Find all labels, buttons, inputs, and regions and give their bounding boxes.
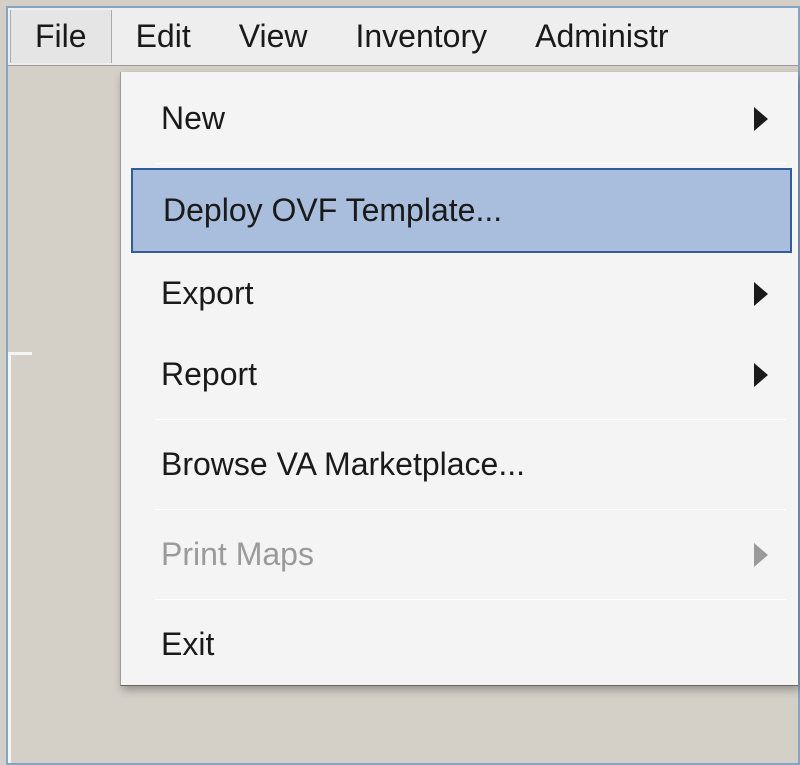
menu-report-label: Report [161,356,257,393]
menubar-view[interactable]: View [215,10,332,63]
menu-exit-label: Exit [161,626,214,663]
menu-deploy-ovf-label: Deploy OVF Template... [163,192,502,229]
menubar-inventory[interactable]: Inventory [331,10,511,63]
submenu-arrow-icon [754,543,768,567]
inner-panel-border [8,352,32,763]
menu-separator [155,419,786,420]
menubar-edit[interactable]: Edit [112,10,215,63]
menu-export-label: Export [161,275,253,312]
window-frame: File Edit View Inventory Administr New D… [6,6,800,765]
menu-deploy-ovf-template[interactable]: Deploy OVF Template... [131,168,792,253]
menu-separator [155,599,786,600]
menu-browse-va-label: Browse VA Marketplace... [161,446,525,483]
menu-print-maps: Print Maps [121,514,798,595]
menu-separator [155,163,786,164]
menu-browse-va-marketplace[interactable]: Browse VA Marketplace... [121,424,798,505]
submenu-arrow-icon [754,282,768,306]
file-menu-dropdown: New Deploy OVF Template... Export Report… [120,72,798,686]
menubar-file[interactable]: File [10,10,112,63]
menubar-administration[interactable]: Administr [511,10,692,63]
menu-new-label: New [161,100,225,137]
menu-separator [155,509,786,510]
submenu-arrow-icon [754,363,768,387]
menu-export[interactable]: Export [121,253,798,334]
menu-report[interactable]: Report [121,334,798,415]
menu-exit[interactable]: Exit [121,604,798,685]
submenu-arrow-icon [754,107,768,131]
menu-print-maps-label: Print Maps [161,536,314,573]
menubar: File Edit View Inventory Administr [8,8,798,66]
menu-new[interactable]: New [121,78,798,159]
